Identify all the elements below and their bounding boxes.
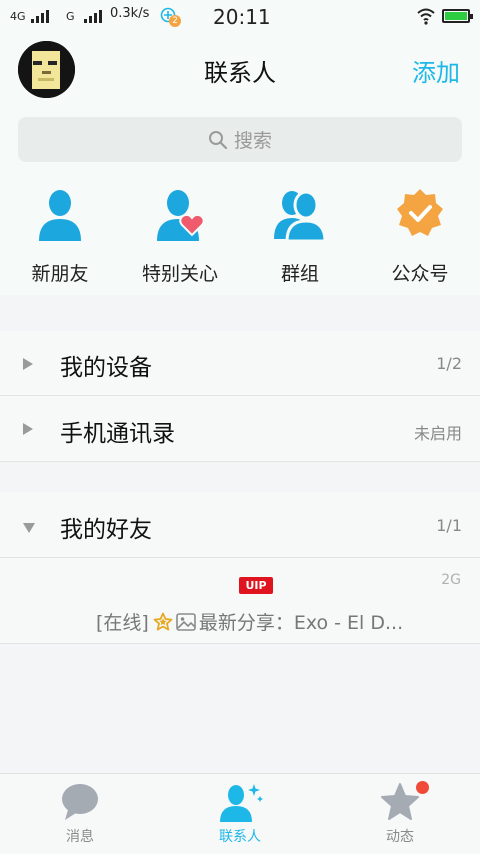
- group-row-devices[interactable]: 我的设备 1/2: [0, 331, 480, 396]
- signal-icon-2: [84, 9, 102, 23]
- quick-new-friends[interactable]: 新朋友: [0, 183, 120, 286]
- friend-status-line: [在线] 最新分享：Exo - El D...: [96, 608, 403, 635]
- verified-badge-icon: [390, 183, 450, 243]
- group-label: 我的好友: [60, 517, 152, 543]
- group-row-friends[interactable]: 我的好友 1/1: [0, 492, 480, 558]
- quick-label: 新朋友: [31, 263, 89, 285]
- notification-count: 2: [169, 15, 181, 27]
- tab-label: 动态: [386, 829, 414, 845]
- search-bar[interactable]: 搜索: [18, 117, 462, 162]
- latest-share-text: 最新分享：Exo - El D...: [198, 612, 404, 634]
- expand-arrow-icon: [22, 356, 34, 375]
- signal-icon-1: [31, 9, 49, 23]
- tab-label: 消息: [66, 829, 94, 845]
- group-status: 未启用: [413, 424, 462, 443]
- network-type-1: 4G: [10, 10, 26, 23]
- star-badge-icon: [153, 612, 173, 630]
- tab-messages[interactable]: 消息: [20, 782, 140, 846]
- vip-badge: UIP: [239, 577, 273, 594]
- group-count: 1/1: [436, 516, 462, 535]
- header-section: 联系人 添加 搜索 新朋友 特别关心 群组 公众号: [0, 33, 480, 295]
- image-icon: [176, 612, 196, 631]
- status-bar: 4G G 0.3k/s 2 20:11: [0, 0, 480, 33]
- chat-bubble-icon: [20, 782, 140, 822]
- collapse-arrow-icon: [22, 519, 36, 538]
- star-icon: [340, 781, 460, 822]
- quick-label: 公众号: [391, 263, 449, 285]
- group-row-phone-contacts[interactable]: 手机通讯录 未启用: [0, 396, 480, 462]
- expand-arrow-icon: [22, 421, 34, 440]
- search-icon: [208, 130, 228, 149]
- person-icon: [30, 183, 90, 243]
- tab-label: 联系人: [219, 829, 261, 845]
- tab-activity[interactable]: 动态: [340, 781, 460, 846]
- tab-contacts[interactable]: 联系人: [180, 782, 300, 846]
- online-status: [在线]: [96, 612, 149, 634]
- clock: 20:11: [213, 5, 271, 29]
- quick-groups[interactable]: 群组: [240, 183, 360, 286]
- add-contact-button[interactable]: 添加: [412, 53, 460, 88]
- group-count: 1/2: [436, 354, 462, 373]
- person-heart-icon: [150, 183, 210, 243]
- qq-notification-icon: 2: [160, 7, 181, 27]
- notification-dot: [416, 781, 429, 794]
- group-label: 我的设备: [60, 355, 152, 381]
- quick-label: 特别关心: [141, 263, 218, 285]
- network-speed: 0.3k/s: [110, 6, 150, 21]
- battery-icon: [442, 9, 473, 23]
- quick-label: 群组: [280, 263, 319, 285]
- bottom-tab-bar: 消息 联系人 动态: [0, 773, 480, 854]
- contacts-icon: [180, 782, 300, 822]
- quick-public-accounts[interactable]: 公众号: [360, 183, 480, 286]
- page-title: 联系人: [204, 59, 276, 87]
- network-type-2: G: [66, 10, 75, 23]
- quick-special-care[interactable]: 特别关心: [120, 183, 240, 286]
- search-placeholder: 搜索: [233, 130, 272, 152]
- network-label: 2G: [441, 572, 461, 588]
- friend-list-item[interactable]: UIP 2G [在线] 最新分享：Exo - El D...: [0, 558, 480, 644]
- wifi-icon: [416, 7, 436, 29]
- group-label: 手机通讯录: [60, 421, 175, 447]
- group-icon: [270, 183, 330, 243]
